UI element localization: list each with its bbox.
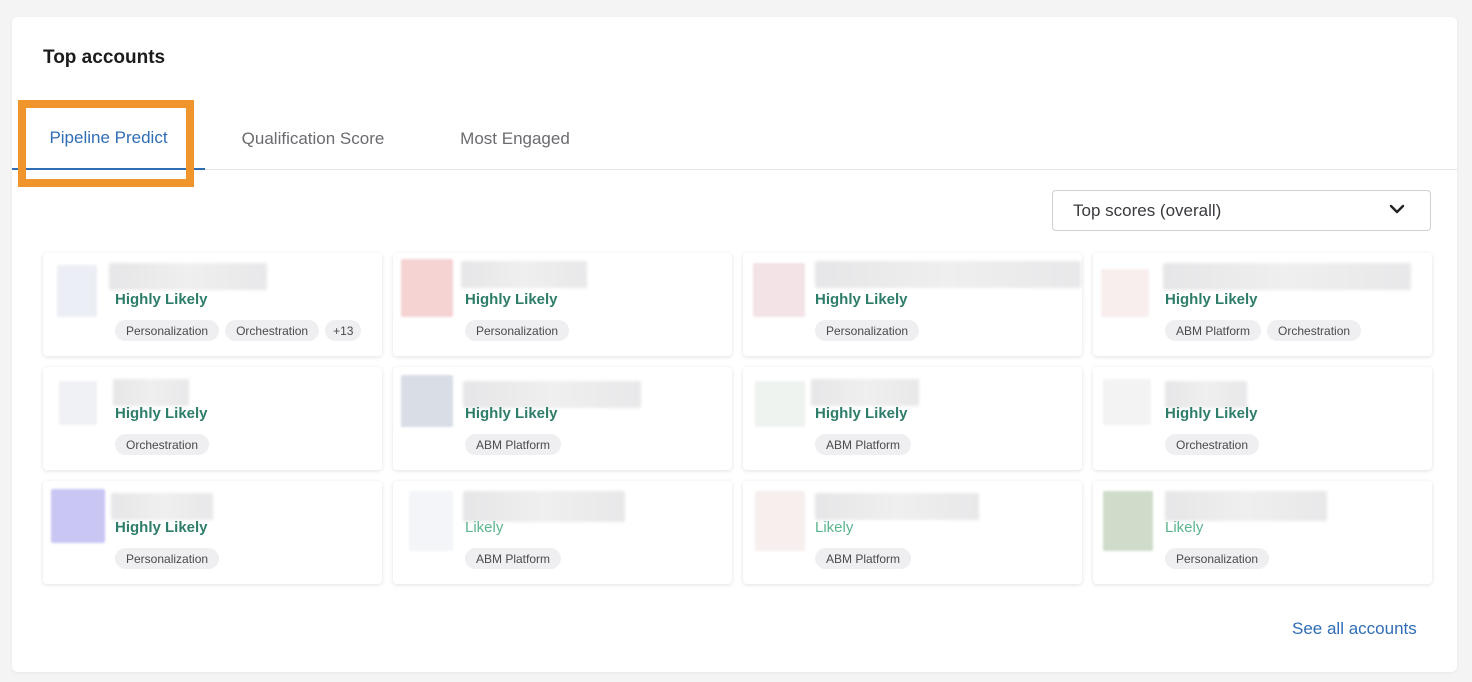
tab-qualification-score[interactable]: Qualification Score — [218, 107, 408, 170]
account-name-redacted — [463, 381, 641, 408]
account-card[interactable]: Highly Likely Orchestration — [1093, 367, 1432, 470]
account-logo — [51, 489, 105, 543]
tab-pipeline-predict[interactable]: Pipeline Predict — [12, 107, 205, 170]
tag-chip: Personalization — [1165, 548, 1270, 569]
account-logo — [1101, 269, 1149, 317]
account-card[interactable]: Highly Likely ABM Platform Orchestration — [1093, 253, 1432, 356]
tag-chip: ABM Platform — [465, 434, 562, 455]
score-label: Likely — [815, 519, 854, 536]
account-logo — [755, 491, 805, 551]
dropdown-selected-value: Top scores (overall) — [1073, 200, 1222, 220]
account-card[interactable]: Highly Likely Personalization Orchestrat… — [43, 253, 382, 356]
score-label: Highly Likely — [1165, 405, 1258, 422]
tag-list: Personalization — [465, 320, 570, 341]
tag-list: Personalization Orchestration +13 — [115, 320, 362, 341]
score-label: Likely — [1165, 519, 1204, 536]
score-label: Highly Likely — [1165, 291, 1258, 308]
account-name-redacted — [461, 261, 587, 288]
score-label: Highly Likely — [815, 291, 908, 308]
account-logo — [409, 491, 453, 551]
tag-chip: Orchestration — [115, 434, 210, 455]
tag-chip: ABM Platform — [815, 434, 912, 455]
account-card[interactable]: Likely ABM Platform — [743, 481, 1082, 584]
account-card[interactable]: Likely ABM Platform — [393, 481, 732, 584]
top-accounts-panel: Top accounts Pipeline Predict Qualificat… — [12, 17, 1457, 672]
account-card[interactable]: Highly Likely Personalization — [43, 481, 382, 584]
tag-chip: ABM Platform — [465, 548, 562, 569]
score-label: Likely — [465, 519, 504, 536]
account-logo — [401, 375, 453, 427]
account-card[interactable]: Highly Likely ABM Platform — [393, 367, 732, 470]
tag-list: Orchestration — [115, 434, 210, 455]
account-name-redacted — [1165, 381, 1247, 408]
account-name-redacted — [1165, 491, 1327, 521]
account-name-redacted — [815, 261, 1081, 288]
tag-chip: Personalization — [115, 548, 220, 569]
account-name-redacted — [1163, 263, 1411, 290]
tag-list: ABM Platform — [465, 548, 562, 569]
account-logo — [57, 265, 97, 317]
tag-chip: Personalization — [815, 320, 920, 341]
account-card[interactable]: Likely Personalization — [1093, 481, 1432, 584]
tag-list: ABM Platform — [465, 434, 562, 455]
account-name-redacted — [111, 493, 213, 520]
tag-chip: Orchestration — [1165, 434, 1260, 455]
account-logo — [1103, 379, 1151, 425]
tag-chip: Orchestration — [1267, 320, 1362, 341]
see-all-accounts-link[interactable]: See all accounts — [1292, 619, 1417, 639]
tag-list: Personalization — [115, 548, 220, 569]
tab-most-engaged[interactable]: Most Engaged — [437, 107, 593, 170]
account-card[interactable]: Highly Likely Orchestration — [43, 367, 382, 470]
account-card[interactable]: Highly Likely Personalization — [743, 253, 1082, 356]
more-tags-chip[interactable]: +13 — [325, 320, 362, 341]
tag-list: Personalization — [1165, 548, 1270, 569]
account-logo — [401, 259, 453, 317]
tab-bar: Pipeline Predict Qualification Score Mos… — [12, 107, 1457, 170]
account-card[interactable]: Highly Likely Personalization — [393, 253, 732, 356]
score-label: Highly Likely — [465, 405, 558, 422]
tag-chip: ABM Platform — [815, 548, 912, 569]
panel-title: Top accounts — [43, 47, 166, 68]
tag-list: ABM Platform — [815, 434, 912, 455]
account-logo — [59, 381, 97, 425]
account-logo — [755, 381, 805, 427]
account-card[interactable]: Highly Likely ABM Platform — [743, 367, 1082, 470]
tag-list: Personalization — [815, 320, 920, 341]
account-logo — [1103, 491, 1153, 551]
account-name-redacted — [815, 493, 979, 520]
score-label: Highly Likely — [115, 405, 208, 422]
score-filter-dropdown[interactable]: Top scores (overall) — [1052, 190, 1431, 231]
score-label: Highly Likely — [115, 519, 208, 536]
account-name-redacted — [811, 379, 919, 406]
tag-list: ABM Platform — [815, 548, 912, 569]
score-label: Highly Likely — [815, 405, 908, 422]
score-label: Highly Likely — [465, 291, 558, 308]
chevron-down-icon — [1389, 204, 1405, 214]
tag-list: Orchestration — [1165, 434, 1260, 455]
account-name-redacted — [463, 491, 625, 522]
tag-chip: Personalization — [115, 320, 220, 341]
account-logo — [753, 263, 805, 317]
tag-list: ABM Platform Orchestration — [1165, 320, 1362, 341]
tag-chip: ABM Platform — [1165, 320, 1262, 341]
account-name-redacted — [109, 263, 267, 290]
account-name-redacted — [113, 379, 189, 406]
tag-chip: Orchestration — [225, 320, 320, 341]
tag-chip: Personalization — [465, 320, 570, 341]
score-label: Highly Likely — [115, 291, 208, 308]
